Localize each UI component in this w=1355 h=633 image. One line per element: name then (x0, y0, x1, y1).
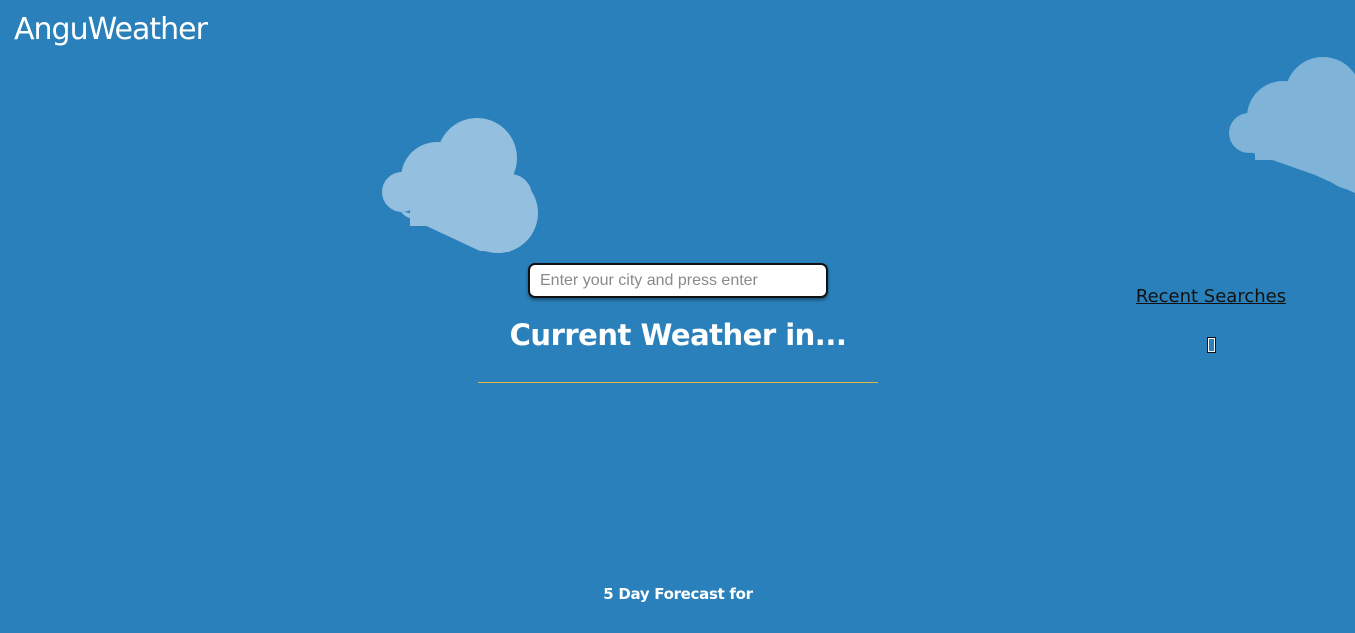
forecast-heading: 5 Day Forecast for (603, 585, 753, 603)
current-weather-heading: Current Weather in... (509, 318, 847, 352)
app-title: AnguWeather (14, 12, 208, 47)
recent-searches-list (1207, 337, 1216, 353)
cloud-icon (382, 118, 538, 253)
city-search-input[interactable] (528, 263, 828, 298)
app-page: AnguWeather Current Weather in... Recent… (0, 0, 1355, 633)
divider (478, 382, 878, 383)
recent-searches-heading: Recent Searches (1135, 286, 1287, 307)
cloud-icon (1229, 57, 1355, 193)
